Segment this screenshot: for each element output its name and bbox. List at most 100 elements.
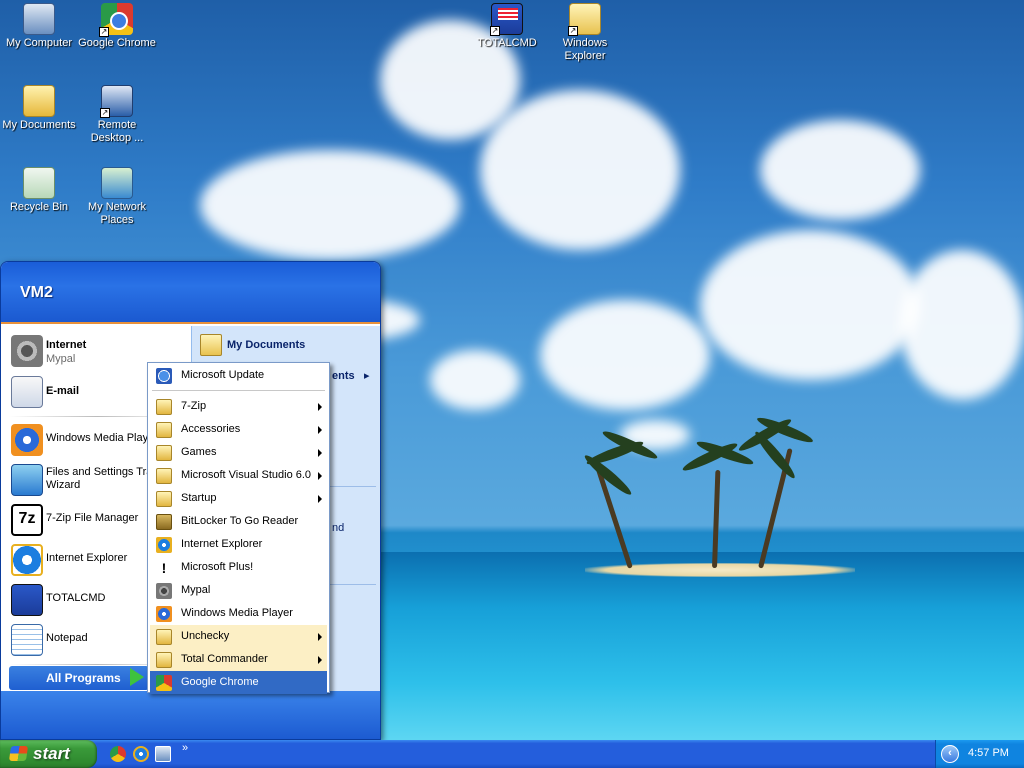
- menu-item-bitlocker[interactable]: BitLocker To Go Reader: [150, 510, 327, 533]
- menu-item-7zip[interactable]: 7-Zip: [150, 395, 327, 418]
- quicklaunch-chrome-icon[interactable]: [110, 746, 126, 762]
- separator: [152, 390, 325, 391]
- wallpaper-cloud: [200, 150, 460, 260]
- pinned-item-subtitle: Mypal: [46, 353, 76, 365]
- shortcut-arrow-icon: ↗: [100, 108, 110, 118]
- windows-logo-icon: [8, 746, 29, 761]
- desktop-icon-my-documents[interactable]: My Documents: [0, 85, 78, 132]
- wallpaper-cloud: [430, 350, 520, 410]
- menu-item-accessories[interactable]: Accessories: [150, 418, 327, 441]
- desktop-icon-label: My Network Places: [87, 201, 147, 226]
- wallpaper-cloud: [760, 120, 920, 220]
- chrome-icon: ↗: [99, 3, 133, 37]
- desktop-icon-label: Recycle Bin: [9, 201, 69, 213]
- windows-update-icon: [156, 368, 172, 384]
- start-menu-footer: [1, 691, 380, 739]
- menu-item-label: Total Commander: [181, 653, 268, 665]
- recycle-bin-icon: [23, 167, 55, 199]
- right-item-arrow-icon: ▸: [364, 370, 370, 382]
- start-menu-header: VM2: [1, 262, 380, 324]
- email-icon: [11, 376, 43, 408]
- submenu-arrow-icon: [318, 656, 322, 664]
- submenu-arrow-icon: [318, 426, 322, 434]
- wmp-icon: [11, 424, 43, 456]
- quicklaunch-show-desktop-icon[interactable]: [155, 746, 171, 762]
- menu-item-microsoft-plus[interactable]: ! Microsoft Plus!: [150, 556, 327, 579]
- menu-item-internet-explorer[interactable]: Internet Explorer: [150, 533, 327, 556]
- computer-icon: [23, 3, 55, 35]
- mypal-icon: [156, 583, 172, 599]
- desktop-icon-google-chrome[interactable]: ↗ Google Chrome: [78, 3, 156, 50]
- menu-item-unchecky[interactable]: Unchecky: [150, 625, 327, 648]
- 7zip-icon: 7z: [11, 504, 43, 536]
- wallpaper-cloud: [900, 250, 1024, 400]
- folder-icon: [156, 629, 172, 645]
- menu-item-google-chrome[interactable]: Google Chrome: [150, 671, 327, 694]
- menu-item-label: Games: [181, 446, 217, 458]
- pinned-item-title: E-mail: [46, 385, 80, 397]
- quicklaunch-more-button[interactable]: »: [182, 742, 188, 754]
- desktop-icon-label: TOTALCMD: [477, 37, 537, 49]
- desktop-icon-remote-desktop[interactable]: ↗ Remote Desktop ...: [78, 85, 156, 145]
- quicklaunch-ie-icon[interactable]: [133, 746, 149, 762]
- menu-item-label: Microsoft Plus!: [181, 561, 254, 573]
- recent-item-label: Notepad: [46, 632, 88, 644]
- desktop-icon-totalcmd[interactable]: ↗ TOTALCMD: [468, 3, 546, 50]
- folder-icon: [156, 652, 172, 668]
- folder-icon: [156, 468, 172, 484]
- menu-item-label: Accessories: [181, 423, 241, 435]
- user-name: VM2: [20, 284, 53, 301]
- all-programs-button[interactable]: All Programs: [9, 666, 149, 690]
- menu-item-label: Unchecky: [181, 630, 230, 642]
- desktop-icon-my-network-places[interactable]: My Network Places: [78, 167, 156, 227]
- menu-item-startup[interactable]: Startup: [150, 487, 327, 510]
- submenu-arrow-icon: [318, 449, 322, 457]
- desktop-icon-label: Windows Explorer: [562, 37, 608, 62]
- menu-item-label: Mypal: [181, 584, 211, 596]
- clock[interactable]: 4:57 PM: [968, 747, 1009, 759]
- wallpaper-cloud: [700, 230, 920, 380]
- menu-item-microsoft-update[interactable]: Microsoft Update: [150, 364, 327, 387]
- totalcmd-icon: ↗: [490, 3, 523, 36]
- desktop-icon-windows-explorer[interactable]: ↗ Windows Explorer: [546, 3, 624, 63]
- folder-icon: [156, 445, 172, 461]
- menu-item-label: Google Chrome: [181, 676, 259, 688]
- start-label: start: [33, 744, 70, 763]
- folder-icon: [156, 399, 172, 415]
- ie-icon: [156, 537, 172, 553]
- submenu-arrow-icon: [318, 633, 322, 641]
- menu-item-games[interactable]: Games: [150, 441, 327, 464]
- exclamation-icon: !: [161, 560, 167, 576]
- menu-item-label: Microsoft Update: [181, 369, 265, 381]
- menu-item-total-commander[interactable]: Total Commander: [150, 648, 327, 671]
- ie-icon: [11, 544, 43, 576]
- explorer-folder-icon: ↗: [568, 3, 601, 36]
- transfer-wizard-icon: [11, 464, 43, 496]
- shortcut-arrow-icon: ↗: [568, 26, 578, 36]
- menu-item-visual-studio[interactable]: Microsoft Visual Studio 6.0: [150, 464, 327, 487]
- wallpaper-cloud: [480, 90, 680, 250]
- wmp-icon: [156, 606, 172, 622]
- menu-item-label: 7-Zip: [181, 400, 207, 412]
- pinned-item-title: Internet: [46, 339, 87, 351]
- totalcmd-icon: [11, 584, 43, 616]
- right-item-partial-label: ents: [332, 370, 355, 382]
- desktop-icon-recycle-bin[interactable]: Recycle Bin: [0, 167, 78, 214]
- notepad-icon: [11, 624, 43, 656]
- desktop-icon-label: Google Chrome: [78, 37, 156, 49]
- shortcut-arrow-icon: ↗: [99, 27, 109, 37]
- menu-item-mypal[interactable]: Mypal: [150, 579, 327, 602]
- recent-item-label: TOTALCMD: [46, 592, 106, 604]
- desktop-icon-my-computer[interactable]: My Computer: [0, 3, 78, 50]
- wallpaper-cloud: [540, 300, 710, 410]
- menu-item-windows-media-player[interactable]: Windows Media Player: [150, 602, 327, 625]
- desktop-icon-label: My Computer: [5, 37, 73, 49]
- show-hidden-icons-button[interactable]: ‹: [941, 745, 959, 763]
- menu-item-label: Internet Explorer: [181, 538, 263, 550]
- right-item-my-documents[interactable]: My Documents: [200, 332, 376, 358]
- recent-item-label: Windows Media Player: [46, 432, 158, 444]
- taskbar: start » ‹ 4:57 PM: [0, 740, 1024, 768]
- remote-desktop-icon: ↗: [100, 85, 133, 118]
- start-button[interactable]: start: [0, 740, 97, 768]
- documents-folder-icon: [200, 334, 222, 356]
